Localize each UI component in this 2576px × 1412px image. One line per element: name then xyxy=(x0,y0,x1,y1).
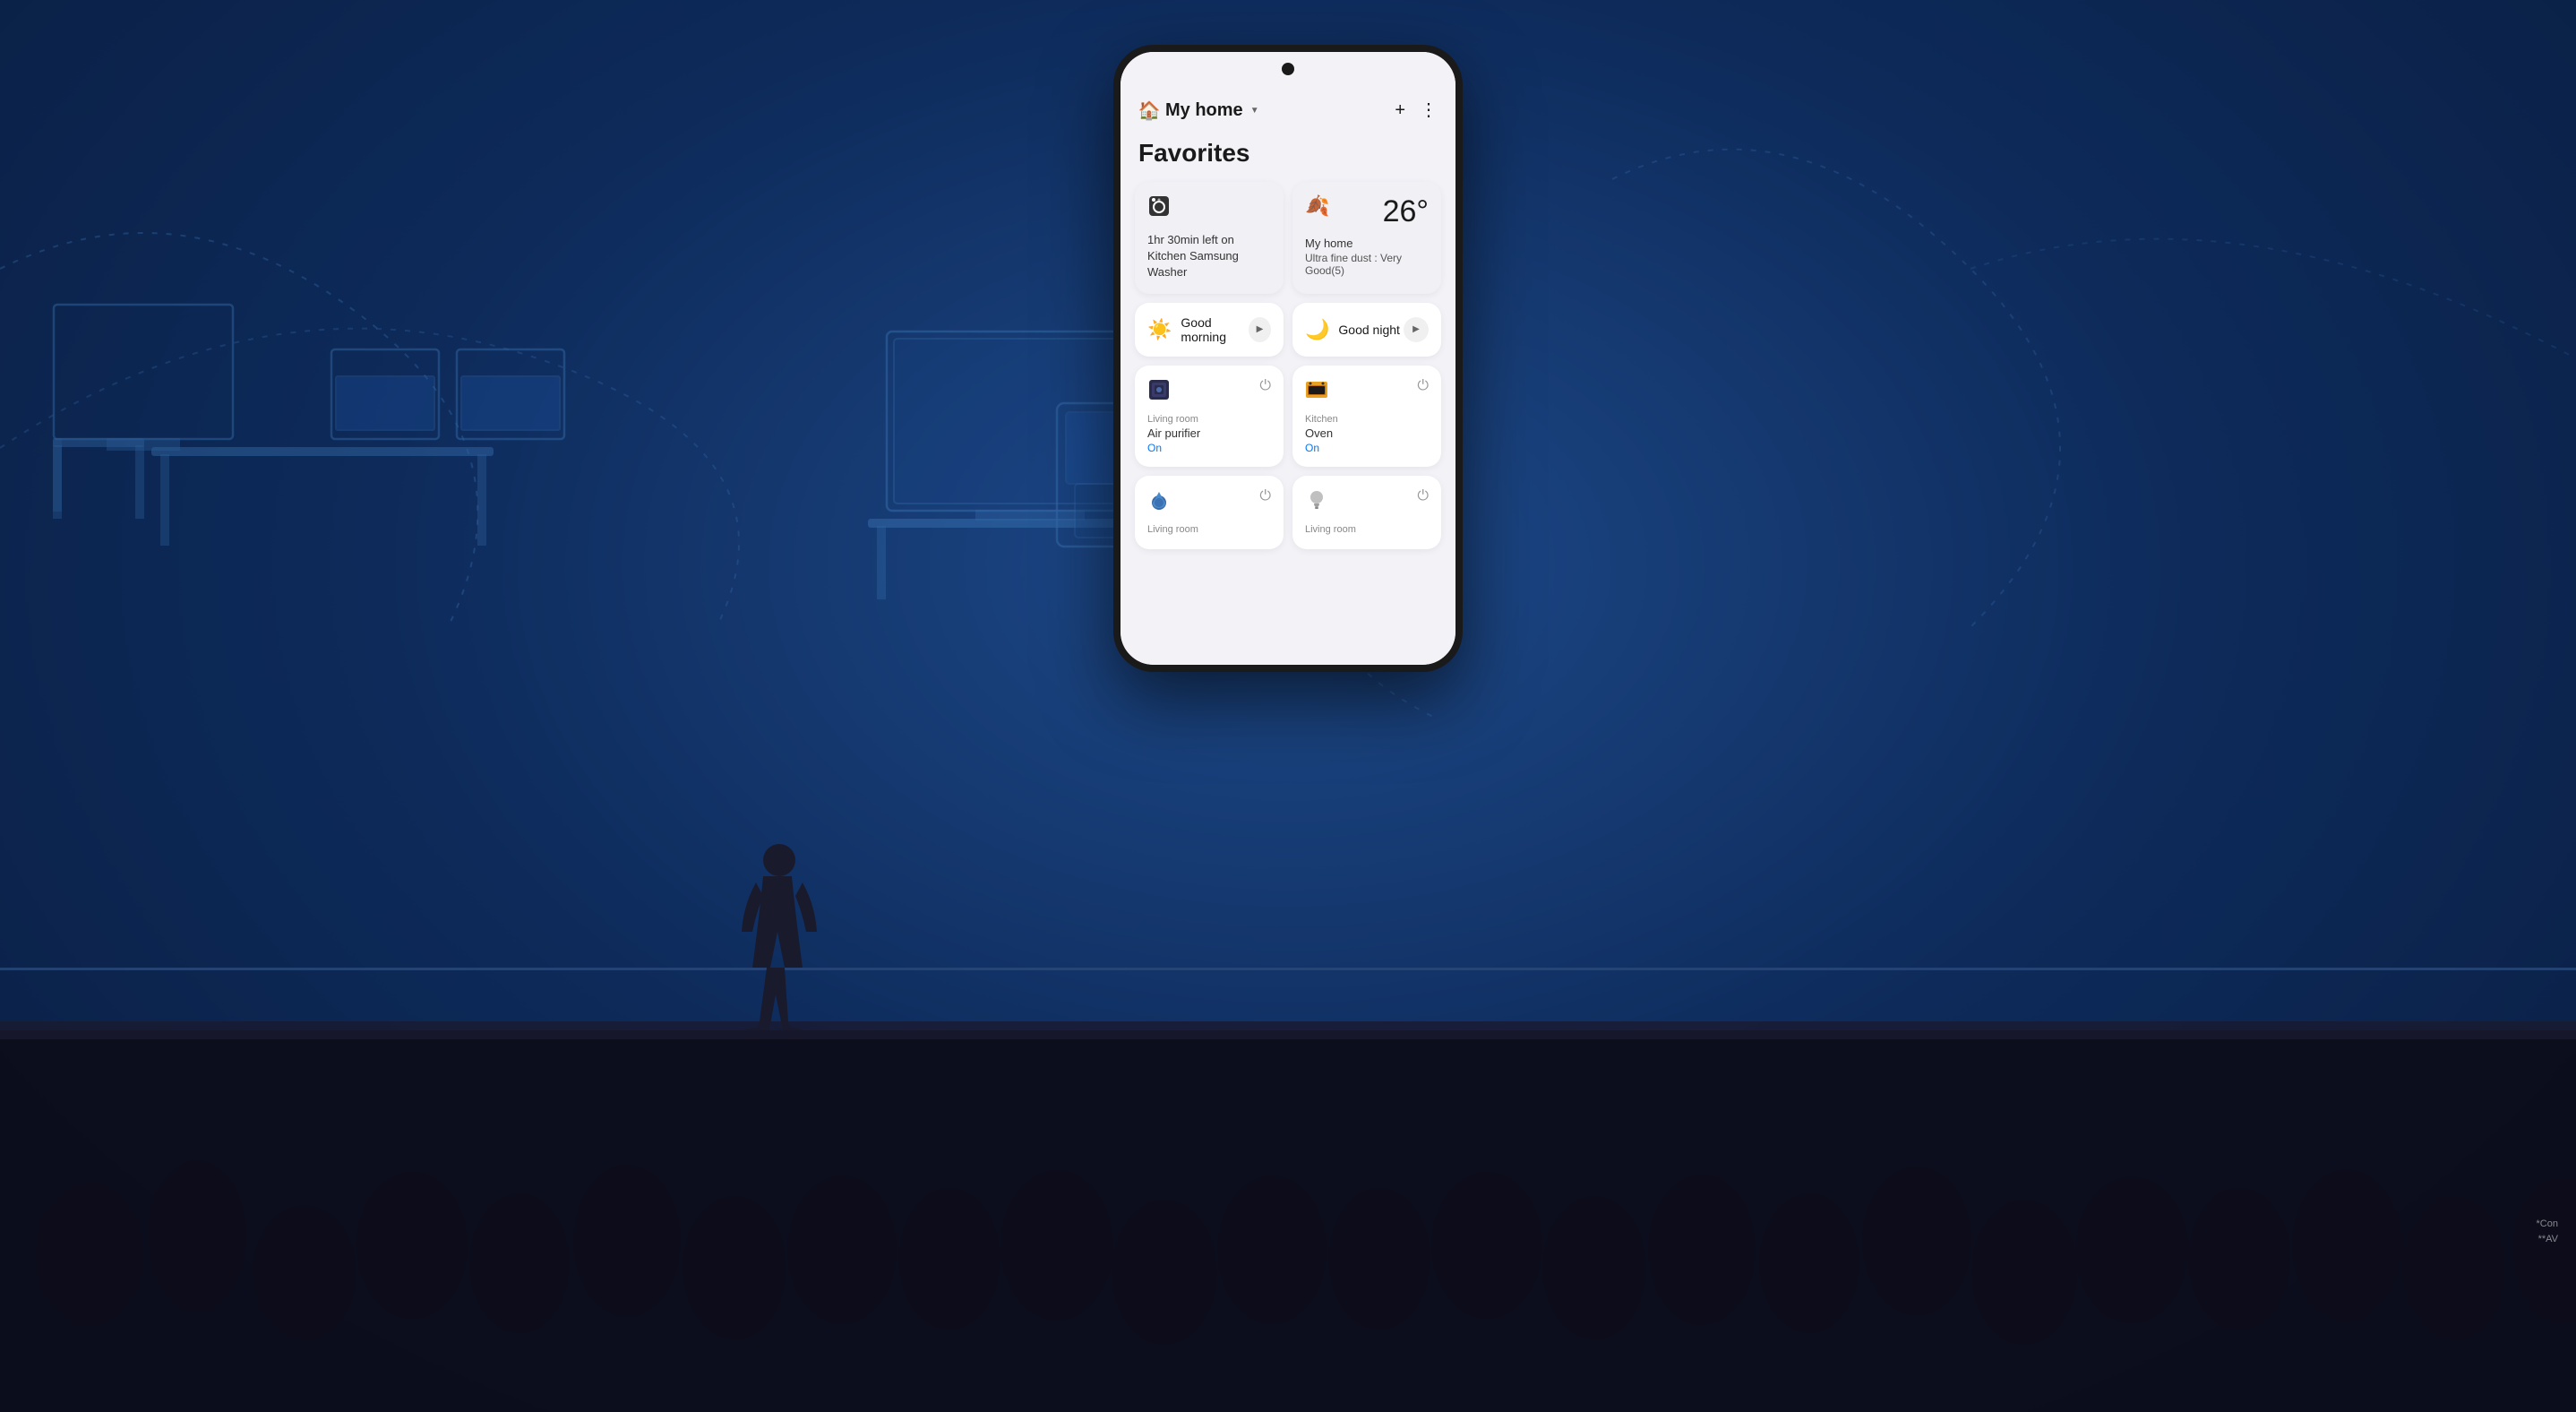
light-header: ⏻ xyxy=(1305,488,1429,517)
disclaimer-line2: **AV xyxy=(2537,1232,2558,1247)
air-purifier-location: Living room xyxy=(1147,414,1271,425)
scene-night-card[interactable]: 🌙 Good night ▶ xyxy=(1292,303,1441,357)
morning-play-button[interactable]: ▶ xyxy=(1249,317,1271,342)
weather-location: My home xyxy=(1305,237,1429,250)
disclaimer: *Con **AV xyxy=(2537,1217,2558,1246)
light-icon xyxy=(1305,488,1328,517)
washer-card[interactable]: 1hr 30min left on Kitchen Samsung Washer xyxy=(1135,182,1284,294)
header-left: 🏠 My home ▼ xyxy=(1138,99,1259,121)
air-purifier-header: ⏻ xyxy=(1147,378,1271,407)
light-location: Living room xyxy=(1305,524,1429,535)
camera-notch xyxy=(1282,63,1294,75)
oven-icon xyxy=(1305,378,1328,407)
oven-header: ⏻ xyxy=(1305,378,1429,407)
phone-frame: 🏠 My home ▼ + ⋮ Favorites xyxy=(1113,45,1463,672)
header-right: + ⋮ xyxy=(1395,101,1438,119)
oven-card[interactable]: ⏻ Kitchen Oven On xyxy=(1292,366,1441,467)
oven-power-button[interactable]: ⏻ xyxy=(1417,378,1429,394)
disclaimer-line1: *Con xyxy=(2537,1217,2558,1232)
scenes-row: ☀️ Good morning ▶ 🌙 Good night ▶ xyxy=(1135,303,1441,357)
devices-row-2: ⏻ Living room xyxy=(1135,476,1441,549)
humidifier-icon xyxy=(1147,488,1171,517)
air-purifier-name: Air purifier xyxy=(1147,426,1271,440)
weather-temperature: 26° xyxy=(1383,194,1429,229)
washer-description: 1hr 30min left on Kitchen Samsung Washer xyxy=(1147,232,1271,281)
scene-morning-left: ☀️ Good morning xyxy=(1147,315,1249,344)
light-card[interactable]: ⏻ Living room xyxy=(1292,476,1441,549)
air-purifier-card[interactable]: ⏻ Living room Air purifier On xyxy=(1135,366,1284,467)
oven-status: On xyxy=(1305,442,1429,454)
oven-location: Kitchen xyxy=(1305,414,1429,425)
light-power-button[interactable]: ⏻ xyxy=(1417,488,1429,504)
favorites-title: Favorites xyxy=(1135,139,1441,168)
humidifier-location: Living room xyxy=(1147,524,1271,535)
morning-icon: ☀️ xyxy=(1147,318,1172,341)
devices-row-1: ⏻ Living room Air purifier On xyxy=(1135,366,1441,467)
air-purifier-status: On xyxy=(1147,442,1271,454)
home-icon: 🏠 xyxy=(1138,99,1160,121)
humidifier-header: ⏻ xyxy=(1147,488,1271,517)
scene-night-left: 🌙 Good night xyxy=(1305,318,1400,341)
oven-name: Oven xyxy=(1305,426,1429,440)
night-play-button[interactable]: ▶ xyxy=(1404,317,1429,342)
add-button[interactable]: + xyxy=(1395,101,1405,119)
humidifier-power-button[interactable]: ⏻ xyxy=(1259,488,1271,504)
night-icon: 🌙 xyxy=(1305,318,1329,341)
app-header: 🏠 My home ▼ + ⋮ xyxy=(1121,92,1455,130)
washer-icon xyxy=(1147,194,1271,223)
home-title[interactable]: My home xyxy=(1165,100,1243,121)
air-purifier-power-button[interactable]: ⏻ xyxy=(1259,378,1271,394)
weather-card[interactable]: 🍂 26° My home Ultra fine dust : Very Goo… xyxy=(1292,182,1441,294)
air-purifier-icon xyxy=(1147,378,1171,407)
night-label: Good night xyxy=(1338,323,1400,337)
more-button[interactable]: ⋮ xyxy=(1420,101,1438,119)
weather-icon: 🍂 xyxy=(1305,194,1329,218)
scene-morning-card[interactable]: ☀️ Good morning ▶ xyxy=(1135,303,1284,357)
top-cards-row: 1hr 30min left on Kitchen Samsung Washer… xyxy=(1135,182,1441,294)
humidifier-card[interactable]: ⏻ Living room xyxy=(1135,476,1284,549)
weather-header: 🍂 26° xyxy=(1305,194,1429,229)
morning-label: Good morning xyxy=(1181,315,1249,344)
phone-container: 🏠 My home ▼ + ⋮ Favorites xyxy=(1113,45,1463,672)
phone-content: 🏠 My home ▼ + ⋮ Favorites xyxy=(1121,52,1455,665)
weather-description: Ultra fine dust : Very Good(5) xyxy=(1305,252,1429,277)
app-body: Favorites xyxy=(1121,130,1455,567)
dropdown-arrow-icon[interactable]: ▼ xyxy=(1250,106,1259,116)
